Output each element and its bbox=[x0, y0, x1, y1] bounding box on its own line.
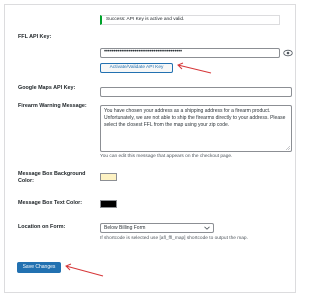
google-maps-api-key-input[interactable] bbox=[100, 87, 292, 97]
ffl-api-key-input[interactable]: ••••••••••••••••••••••••••••••••••••••••… bbox=[100, 48, 280, 58]
ffl-api-key-label: FFL API Key: bbox=[18, 34, 52, 40]
activate-validate-api-key-button[interactable]: Activate/Validate API Key bbox=[100, 63, 173, 73]
chevron-down-icon bbox=[204, 226, 210, 230]
text-color-swatch[interactable] bbox=[100, 200, 117, 208]
message-box-text-color-label: Message Box Text Color: bbox=[18, 200, 83, 206]
settings-panel: FFL API Key: Success: API Key is active … bbox=[4, 4, 296, 293]
location-on-form-selected: Below Billing Form bbox=[104, 225, 146, 231]
location-on-form-help: If shortcode is selected use [afl_ffl_ma… bbox=[100, 236, 248, 241]
location-on-form-select[interactable]: Below Billing Form bbox=[100, 223, 214, 233]
firearm-warning-message-text: You have chosen your address as a shippi… bbox=[104, 108, 286, 128]
red-arrow-icon bbox=[177, 62, 212, 74]
background-color-swatch[interactable] bbox=[100, 173, 117, 181]
google-maps-api-key-label: Google Maps API Key: bbox=[18, 85, 76, 91]
red-arrow-icon bbox=[65, 263, 104, 277]
resize-handle-icon[interactable] bbox=[286, 146, 290, 150]
success-notice: Success: API Key is active and valid. bbox=[100, 15, 280, 25]
firearm-warning-message-textarea[interactable]: You have chosen your address as a shippi… bbox=[100, 105, 292, 152]
eye-icon[interactable] bbox=[283, 49, 293, 57]
message-box-background-color-label: Message Box Background Color: bbox=[18, 171, 86, 184]
save-changes-button[interactable]: Save Changes bbox=[17, 262, 61, 273]
firearm-warning-message-label: Firearm Warning Message: bbox=[18, 103, 87, 109]
location-on-form-label: Location on Form: bbox=[18, 224, 66, 230]
firearm-warning-message-help: You can edit this message that appears o… bbox=[100, 154, 233, 159]
